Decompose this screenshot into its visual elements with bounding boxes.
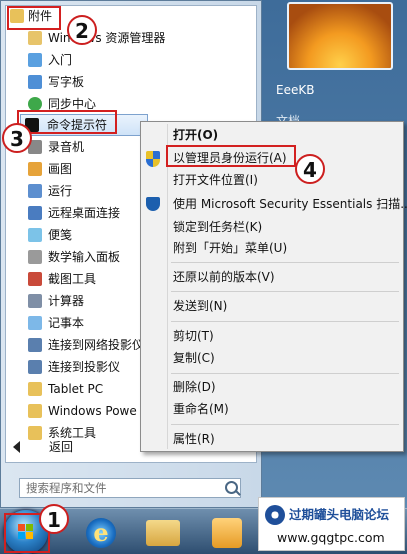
- step-number-1: 1: [39, 504, 69, 534]
- wordpad-icon: [28, 75, 42, 89]
- menu-item-getting-started[interactable]: 入门: [6, 50, 256, 70]
- menu-item-wordpad[interactable]: 写字板: [6, 72, 256, 92]
- separator: [171, 291, 399, 292]
- internet-explorer-icon[interactable]: e: [86, 518, 116, 548]
- separator: [171, 321, 399, 322]
- uac-shield-icon: [146, 151, 160, 167]
- menu-item-explorer[interactable]: Windows 资源管理器: [6, 28, 256, 48]
- ctx-send-to[interactable]: 发送到(N): [173, 296, 227, 316]
- ctx-pin-taskbar[interactable]: 锁定到任务栏(K): [173, 217, 262, 237]
- explorer-icon: [28, 31, 42, 45]
- ctx-mse-scan[interactable]: 使用 Microsoft Security Essentials 扫描...: [173, 194, 407, 214]
- step-number-4: 4: [295, 154, 325, 184]
- highlight-command-prompt: [17, 110, 117, 134]
- ctx-open-file-location[interactable]: 打开文件位置(I): [173, 170, 258, 190]
- folder-icon: [28, 404, 42, 418]
- sticky-notes-icon: [28, 228, 42, 242]
- folder-icon: [28, 382, 42, 396]
- folder-icon: [28, 426, 42, 440]
- user-avatar[interactable]: [287, 2, 393, 70]
- step-number-3: 3: [2, 123, 32, 153]
- ctx-properties[interactable]: 属性(R): [173, 429, 215, 449]
- separator: [171, 424, 399, 425]
- ctx-restore-versions[interactable]: 还原以前的版本(V): [173, 267, 275, 287]
- search-input[interactable]: 搜索程序和文件: [19, 478, 241, 498]
- ctx-copy[interactable]: 复制(C): [173, 348, 215, 368]
- calculator-icon: [28, 294, 42, 308]
- run-icon: [28, 184, 42, 198]
- remote-desktop-icon: [28, 206, 42, 220]
- paint-icon: [28, 162, 42, 176]
- context-menu: 打开(O) 以管理员身份运行(A) 打开文件位置(I) 使用 Microsoft…: [140, 121, 407, 452]
- ctx-open[interactable]: 打开(O): [173, 125, 218, 145]
- mse-shield-icon: [146, 197, 160, 211]
- highlight-accessories: [7, 6, 61, 30]
- forum-logo-icon: [265, 505, 285, 525]
- explorer-taskbar-icon[interactable]: [146, 520, 180, 546]
- network-projector-icon: [28, 338, 42, 352]
- separator: [171, 373, 399, 374]
- ctx-cut[interactable]: 剪切(T): [173, 326, 214, 346]
- step-number-2: 2: [67, 15, 97, 45]
- getting-started-icon: [28, 53, 42, 67]
- notepad-icon: [28, 316, 42, 330]
- watermark-title: 过期罐头电脑论坛: [289, 507, 390, 522]
- ctx-pin-start[interactable]: 附到「开始」菜单(U): [173, 238, 287, 258]
- separator: [171, 262, 399, 263]
- back-arrow-icon: [13, 441, 20, 453]
- back-button[interactable]: 返回: [49, 438, 73, 455]
- search-icon[interactable]: [225, 481, 238, 494]
- watermark: 过期罐头电脑论坛 www.gqgtpc.com: [258, 497, 405, 551]
- watermark-url: www.gqgtpc.com: [277, 530, 385, 545]
- ctx-delete[interactable]: 删除(D): [173, 377, 216, 397]
- sync-center-icon: [28, 97, 42, 111]
- ctx-rename[interactable]: 重命名(M): [173, 399, 229, 419]
- highlight-run-as-admin: [166, 145, 296, 167]
- user-name[interactable]: EeeKB: [276, 83, 314, 97]
- media-taskbar-icon[interactable]: [212, 518, 242, 548]
- snipping-tool-icon: [28, 272, 42, 286]
- context-menu-gutter: [167, 124, 168, 449]
- math-input-icon: [28, 250, 42, 264]
- projector-icon: [28, 360, 42, 374]
